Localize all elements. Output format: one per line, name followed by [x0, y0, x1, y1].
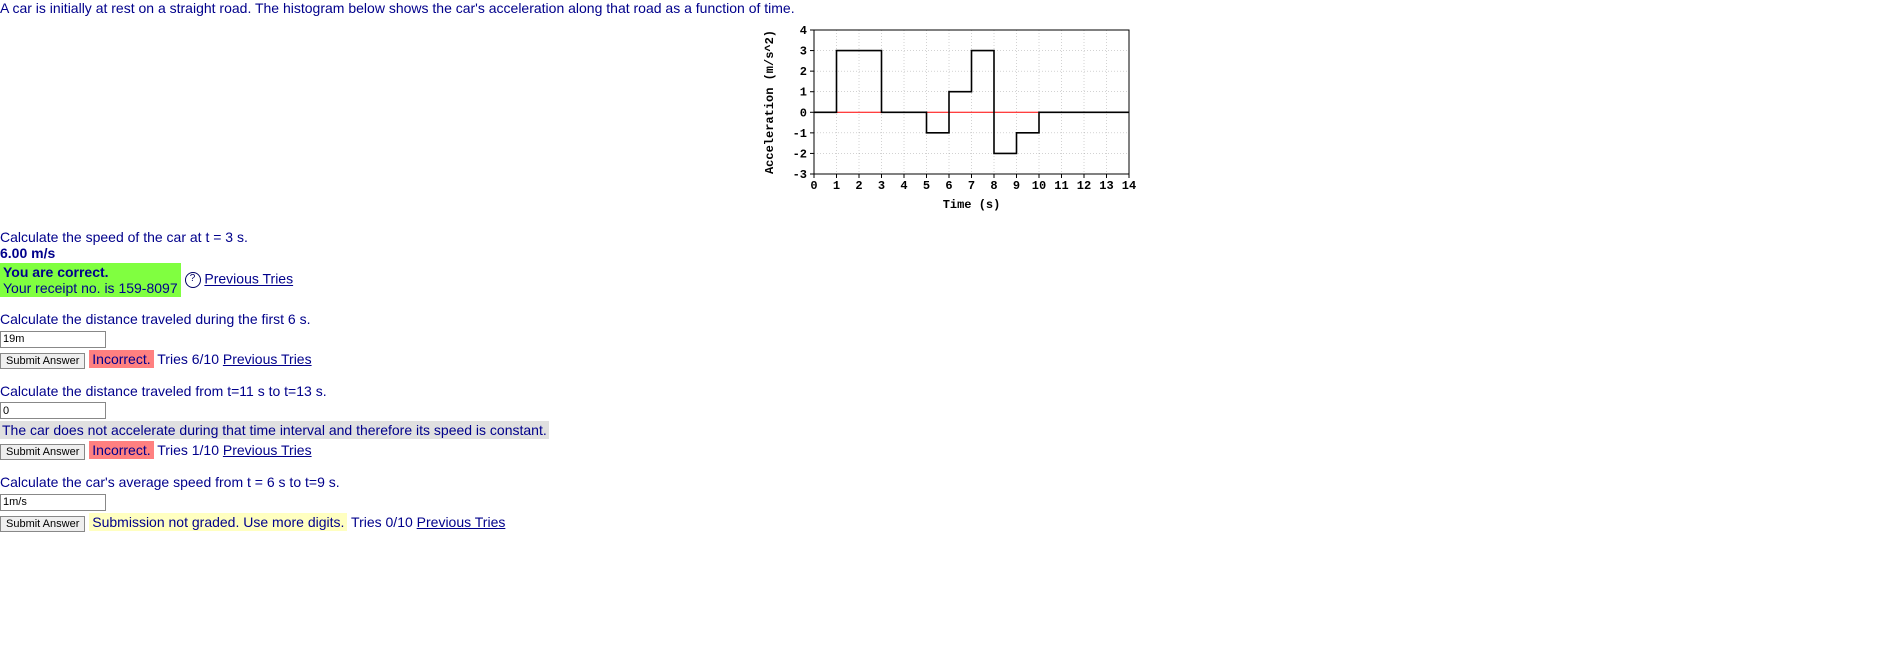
svg-text:0: 0: [810, 179, 817, 193]
q1-prompt: Calculate the speed of the car at t = 3 …: [0, 229, 1897, 245]
svg-text:3: 3: [877, 179, 884, 193]
svg-text:-3: -3: [792, 168, 806, 182]
q1-correct-feedback: You are correct. Your receipt no. is 159…: [0, 263, 181, 297]
q4-prompt: Calculate the car's average speed from t…: [0, 474, 1897, 490]
q4-tries: Tries 0/10: [351, 514, 413, 530]
question-1: Calculate the speed of the car at t = 3 …: [0, 229, 1897, 297]
q3-answer-input[interactable]: [0, 402, 106, 419]
svg-text:4: 4: [900, 179, 907, 193]
svg-text:Time (s): Time (s): [942, 198, 1000, 212]
svg-text:8: 8: [990, 179, 997, 193]
q3-hint: The car does not accelerate during that …: [0, 421, 549, 439]
q4-submit-button[interactable]: Submit Answer: [0, 516, 85, 532]
q2-submit-button[interactable]: Submit Answer: [0, 353, 85, 369]
q2-tries: Tries 6/10: [157, 351, 219, 367]
q2-prompt: Calculate the distance traveled during t…: [0, 311, 1897, 327]
problem-intro: A car is initially at rest on a straight…: [0, 0, 1897, 16]
svg-text:4: 4: [799, 24, 806, 38]
svg-text:1: 1: [832, 179, 839, 193]
svg-text:1: 1: [799, 86, 806, 100]
svg-text:10: 10: [1031, 179, 1045, 193]
svg-text:-2: -2: [792, 147, 806, 161]
svg-text:-1: -1: [792, 127, 806, 141]
q3-submit-button[interactable]: Submit Answer: [0, 444, 85, 460]
q3-previous-tries-link[interactable]: Previous Tries: [223, 442, 312, 458]
svg-text:2: 2: [799, 65, 806, 79]
svg-text:2: 2: [855, 179, 862, 193]
q3-prompt: Calculate the distance traveled from t=1…: [0, 383, 1897, 399]
question-4: Calculate the car's average speed from t…: [0, 474, 1897, 532]
question-2: Calculate the distance traveled during t…: [0, 311, 1897, 369]
q3-tries: Tries 1/10: [157, 442, 219, 458]
svg-text:0: 0: [799, 106, 806, 120]
q4-status: Submission not graded. Use more digits.: [89, 513, 347, 531]
svg-text:5: 5: [922, 179, 929, 193]
svg-text:9: 9: [1012, 179, 1019, 193]
svg-text:13: 13: [1099, 179, 1113, 193]
acceleration-chart: 01234567891011121314-3-2-101234Time (s)A…: [0, 22, 1897, 215]
q3-status: Incorrect.: [89, 441, 153, 459]
q4-answer-input[interactable]: [0, 494, 106, 511]
question-3: Calculate the distance traveled from t=1…: [0, 383, 1897, 461]
svg-text:14: 14: [1121, 179, 1135, 193]
svg-text:7: 7: [967, 179, 974, 193]
q1-correct-line1: You are correct.: [3, 264, 109, 280]
svg-text:12: 12: [1076, 179, 1090, 193]
q2-status: Incorrect.: [89, 350, 153, 368]
svg-text:6: 6: [945, 179, 952, 193]
q4-previous-tries-link[interactable]: Previous Tries: [417, 514, 506, 530]
q1-receipt: Your receipt no. is 159-8097: [3, 280, 178, 296]
q2-answer-input[interactable]: [0, 331, 106, 348]
svg-text:3: 3: [799, 45, 806, 59]
svg-text:11: 11: [1054, 179, 1068, 193]
q2-previous-tries-link[interactable]: Previous Tries: [223, 351, 312, 367]
svg-text:Acceleration (m/s^2): Acceleration (m/s^2): [763, 30, 777, 174]
help-icon[interactable]: ?: [185, 272, 201, 288]
q1-previous-tries-link[interactable]: Previous Tries: [204, 271, 293, 287]
q1-answer: 6.00 m/s: [0, 245, 1897, 261]
